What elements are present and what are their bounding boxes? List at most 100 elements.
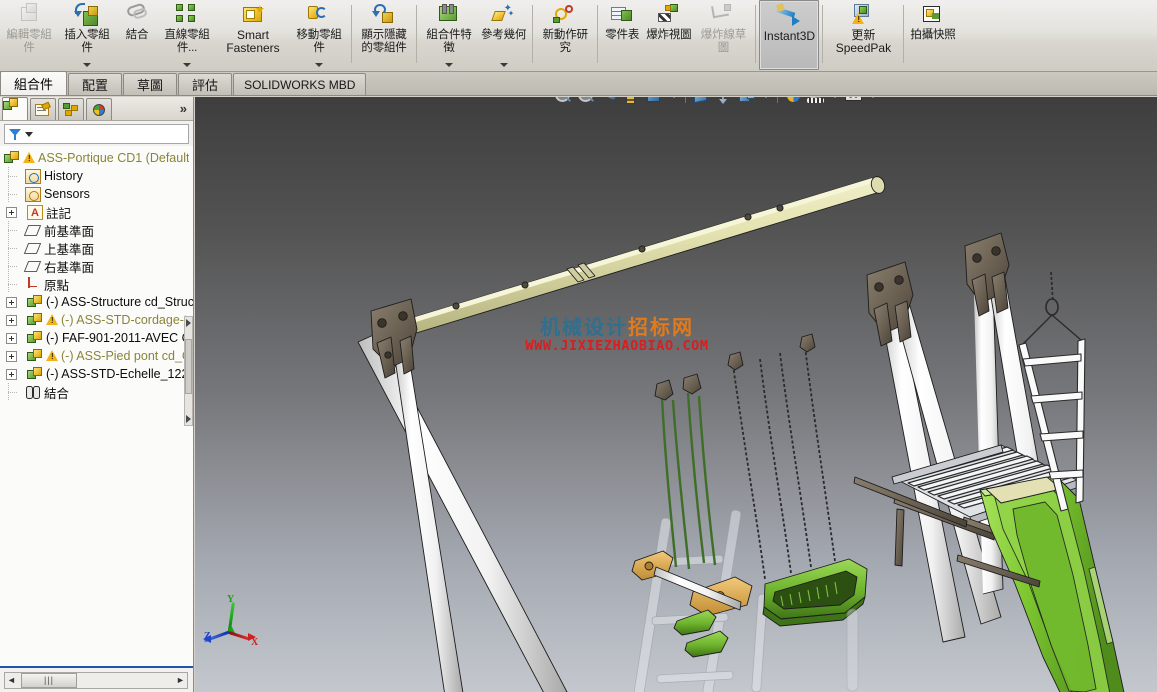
ribbon-label: 爆炸線草圖 bbox=[700, 29, 746, 54]
panel-horizontal-scrollbar[interactable]: ◄ ||| ► bbox=[4, 671, 188, 689]
tree-item-top-plane[interactable]: 上基準面 bbox=[0, 239, 193, 257]
insert-component-icon bbox=[74, 3, 100, 28]
tree-item-annotations[interactable]: 註記 bbox=[0, 203, 193, 221]
reference-geometry-icon: ✦ ✦ bbox=[490, 3, 517, 28]
warning-icon bbox=[46, 350, 59, 362]
speedpak-icon bbox=[850, 3, 876, 28]
assembly-icon bbox=[27, 330, 43, 346]
tree-item-origin[interactable]: 原點 bbox=[0, 275, 193, 293]
ribbon-button-move-component[interactable]: 移動零組件 bbox=[290, 0, 348, 70]
tree-item-label: (-) ASS-STD-Echelle_12252 bbox=[46, 367, 193, 381]
tab-layout[interactable]: 配置 bbox=[68, 73, 123, 95]
ribbon-button-take-snapshot[interactable]: 拍攝快照 bbox=[907, 0, 958, 70]
tree-item-mates[interactable]: 結合 bbox=[0, 383, 193, 401]
tree-vertical-scrollbar[interactable] bbox=[184, 316, 193, 426]
ribbon-button-exploded-view[interactable]: 爆炸視圖 bbox=[643, 0, 694, 70]
orientation-triad: Y X Z bbox=[203, 594, 263, 655]
solidworks-window: 編輯零組件 插入零組件 結合 直線零組件... ★ Smart Fastener… bbox=[0, 0, 1157, 692]
mates-icon bbox=[25, 385, 41, 400]
feature-tree: ASS-Portique CD1 (Default History Sensor… bbox=[0, 146, 193, 668]
command-manager-tabs: 組合件 配置 草圖 評估 SOLIDWORKS MBD bbox=[0, 71, 1157, 96]
chevron-down-icon[interactable] bbox=[445, 63, 453, 67]
ribbon-button-instant3d[interactable]: Instant3D bbox=[759, 0, 820, 70]
expand-toggle[interactable] bbox=[6, 368, 17, 380]
assembly-features-icon bbox=[436, 3, 462, 28]
scroll-right-arrow[interactable]: ► bbox=[174, 673, 187, 688]
chevron-down-icon[interactable] bbox=[25, 131, 33, 137]
ribbon-label: 顯示隱藏的零組件 bbox=[361, 29, 407, 54]
plane-icon bbox=[25, 259, 41, 274]
ribbon-button-edit-component[interactable]: 編輯零組件 bbox=[0, 0, 58, 70]
ribbon-button-bill-of-materials[interactable]: 零件表 bbox=[601, 0, 643, 70]
ribbon-label: 新動作研究 bbox=[542, 29, 588, 54]
expand-toggle[interactable] bbox=[6, 206, 17, 218]
configuration-icon bbox=[63, 102, 79, 117]
scrollbar-thumb[interactable]: ||| bbox=[21, 672, 77, 688]
tree-item-ass-std-cordage[interactable]: (-) ASS-STD-cordage-te bbox=[0, 311, 193, 329]
tree-item-ass-pied-pont[interactable]: (-) ASS-Pied pont cd_Co bbox=[0, 347, 193, 365]
bom-icon bbox=[609, 3, 635, 28]
tree-item-label: 上基準面 bbox=[44, 242, 95, 257]
tab-label: 評估 bbox=[192, 78, 219, 93]
tree-root-assembly[interactable]: ASS-Portique CD1 (Default bbox=[0, 149, 193, 167]
ribbon-label: 更新 SpeedPak bbox=[835, 28, 892, 55]
ribbon-button-new-motion-study[interactable]: 新動作研究 bbox=[536, 0, 594, 70]
ribbon-label: 編輯零組件 bbox=[6, 29, 52, 54]
ribbon-button-mate[interactable]: 結合 bbox=[116, 0, 158, 70]
property-manager-tab[interactable] bbox=[30, 98, 56, 120]
panel-bottom-bar: ◄ ||| ► bbox=[0, 668, 193, 692]
tree-filter-bar[interactable] bbox=[4, 124, 189, 144]
tree-item-ass-std-echelle[interactable]: (-) ASS-STD-Echelle_12252 bbox=[0, 365, 193, 383]
tree-item-front-plane[interactable]: 前基準面 bbox=[0, 221, 193, 239]
snapshot-icon bbox=[920, 3, 946, 28]
manager-overflow-chevron[interactable]: » bbox=[180, 101, 187, 116]
tree-item-label: ASS-Portique CD1 (Default bbox=[38, 151, 190, 165]
expand-toggle[interactable] bbox=[6, 314, 17, 326]
ribbon-button-linear-component-pattern[interactable]: 直線零組件... bbox=[158, 0, 216, 70]
tree-item-sensors[interactable]: Sensors bbox=[0, 185, 193, 203]
scrollbar-thumb[interactable] bbox=[185, 339, 192, 394]
ribbon-button-reference-geometry[interactable]: ✦ ✦ 參考幾何 bbox=[478, 0, 529, 70]
tree-item-label: 原點 bbox=[44, 278, 70, 293]
chevron-down-icon[interactable] bbox=[83, 63, 91, 67]
chevron-down-icon[interactable] bbox=[183, 63, 191, 67]
graphics-viewport[interactable]: 机械设计招标网 WWW.JIXIEZHAOBIAO.COM Y X Z bbox=[195, 97, 1157, 692]
tree-item-history[interactable]: History bbox=[0, 167, 193, 185]
display-manager-tab[interactable] bbox=[86, 98, 112, 120]
ribbon-label: 拍攝快照 bbox=[910, 29, 956, 41]
ribbon-button-update-speedpak[interactable]: 更新 SpeedPak bbox=[826, 0, 900, 70]
plane-icon bbox=[25, 241, 41, 256]
tree-item-label: 註記 bbox=[46, 206, 72, 221]
instant3d-icon bbox=[776, 3, 802, 29]
tree-item-ass-structure[interactable]: (-) ASS-Structure cd_Structu bbox=[0, 293, 193, 311]
ribbon-button-insert-component[interactable]: 插入零組件 bbox=[58, 0, 116, 70]
triad-label-z: Z bbox=[204, 631, 211, 642]
tab-label: 組合件 bbox=[14, 77, 54, 92]
expand-toggle[interactable] bbox=[6, 350, 17, 362]
explode-line-icon bbox=[710, 3, 736, 28]
feature-manager-tab[interactable] bbox=[2, 97, 28, 120]
ribbon-button-explode-line-sketch[interactable]: 爆炸線草圖 bbox=[694, 0, 752, 70]
expand-toggle[interactable] bbox=[6, 296, 17, 308]
tab-mbd[interactable]: SOLIDWORKS MBD bbox=[233, 73, 367, 95]
chevron-down-icon[interactable] bbox=[315, 63, 323, 67]
scroll-left-arrow[interactable]: ◄ bbox=[5, 673, 18, 688]
ribbon-button-smart-fasteners[interactable]: ★ Smart Fasteners bbox=[216, 0, 290, 70]
annotations-icon bbox=[27, 204, 43, 220]
tree-item-faf-901-2011[interactable]: (-) FAF-901-2011-AVEC CH bbox=[0, 329, 193, 347]
configuration-manager-tab[interactable] bbox=[58, 98, 84, 120]
tree-item-right-plane[interactable]: 右基準面 bbox=[0, 257, 193, 275]
tree-item-label: (-) FAF-901-2011-AVEC CH bbox=[46, 331, 193, 345]
expand-toggle[interactable] bbox=[6, 332, 17, 344]
tab-sketch[interactable]: 草圖 bbox=[123, 73, 178, 95]
tab-evaluate[interactable]: 評估 bbox=[178, 73, 233, 95]
ribbon-button-assembly-features[interactable]: 組合件特徵 bbox=[420, 0, 478, 70]
triad-label-x: X bbox=[251, 637, 259, 648]
tree-item-label: 結合 bbox=[44, 386, 70, 401]
chevron-down-icon[interactable] bbox=[499, 63, 508, 67]
tab-assembly[interactable]: 組合件 bbox=[0, 71, 68, 95]
ribbon-button-show-hidden-components[interactable]: 顯示隱藏的零組件 bbox=[355, 0, 413, 70]
tree-item-label: (-) ASS-Pied pont cd_Co bbox=[61, 349, 193, 363]
ribbon-separator bbox=[903, 5, 905, 63]
manager-tab-bar: » bbox=[0, 97, 193, 121]
